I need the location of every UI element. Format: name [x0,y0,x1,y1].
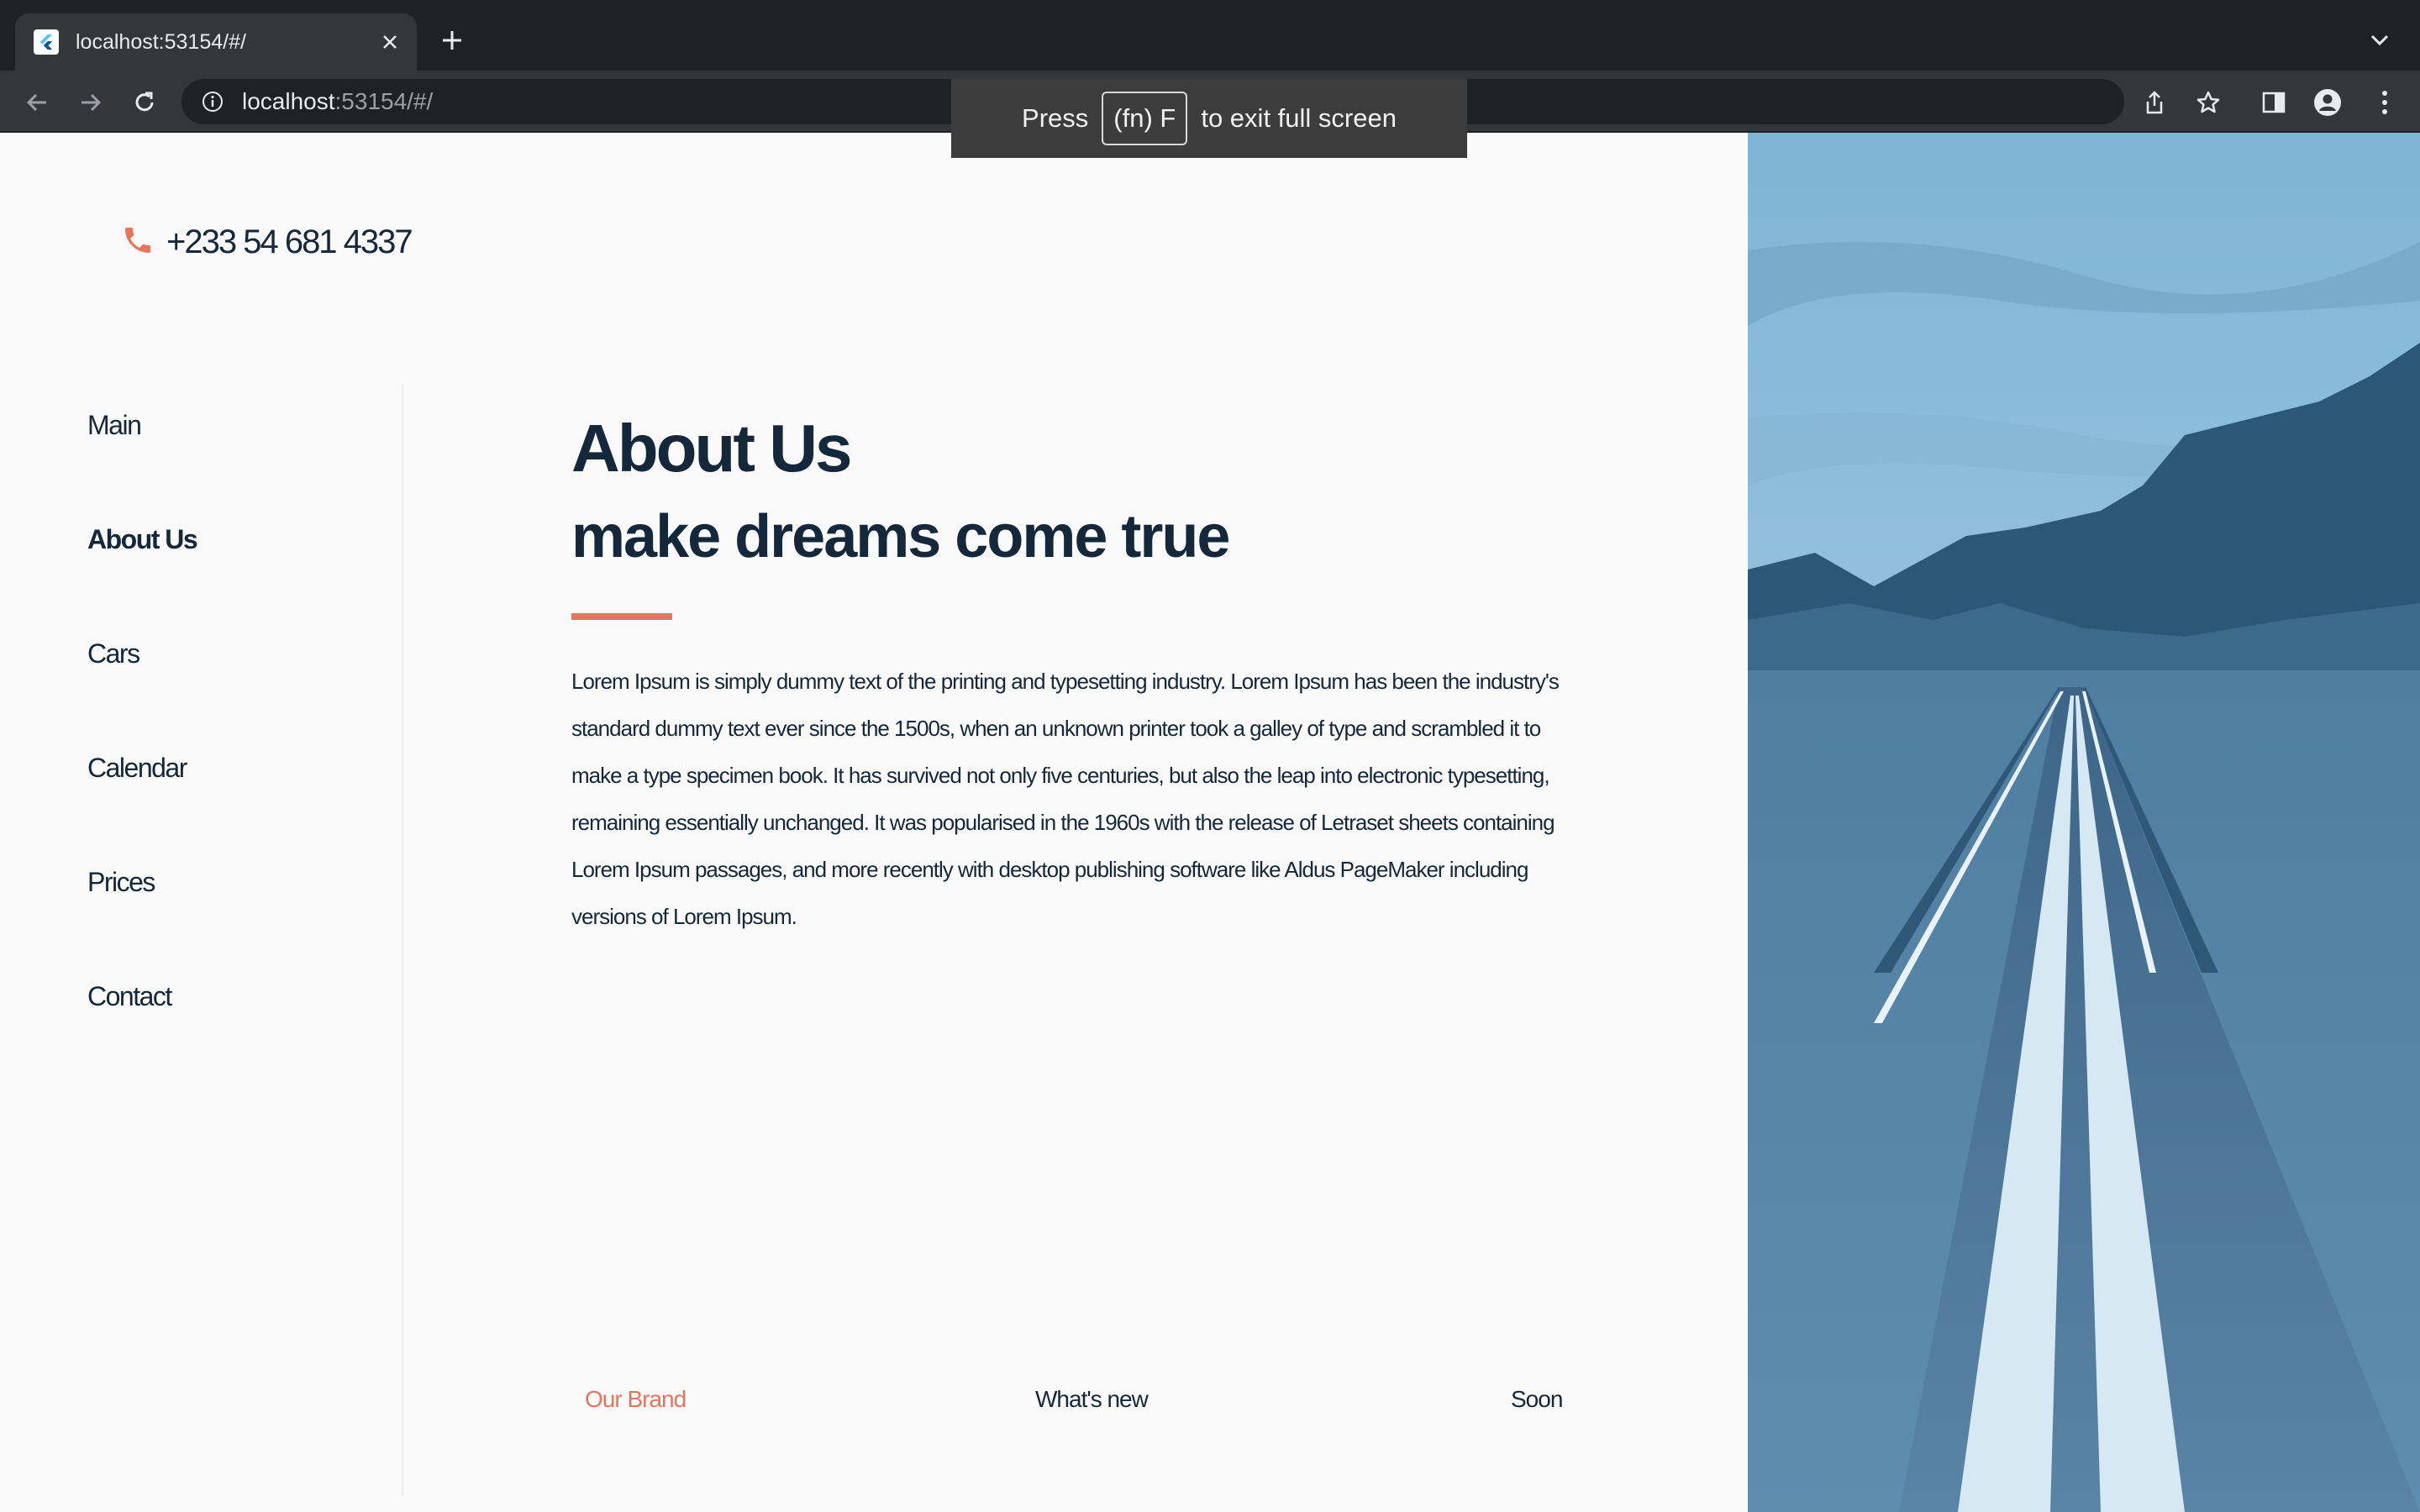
phone-number: +233 54 681 4337 [166,223,413,260]
phone-icon [121,223,155,261]
side-panel-icon[interactable] [2257,86,2291,119]
profile-icon[interactable] [2311,86,2344,119]
nav-item-contact[interactable]: Contact [87,981,172,1012]
footer-link-soon[interactable]: Soon [1511,1386,1563,1413]
chevron-down-icon[interactable] [2365,25,2395,55]
nav-item-calendar[interactable]: Calendar [87,753,187,784]
forward-arrow-icon[interactable] [74,86,108,119]
info-icon[interactable] [200,89,225,114]
web-page: +233 54 681 4337 Main About Us Cars Cale… [0,133,2420,1512]
url-host: localhost [242,88,335,114]
about-body-text: Lorem Ipsum is simply dummy text of the … [571,669,1560,929]
star-icon[interactable] [2191,86,2225,119]
url-text: localhost:53154/#/ [242,88,433,115]
nav-item-cars[interactable]: Cars [87,638,140,669]
nav-item-about-us[interactable]: About Us [87,524,198,555]
flutter-favicon-icon [34,29,59,55]
nav-divider [402,385,403,1495]
toast-press: Press [1022,103,1089,133]
reload-icon[interactable] [128,86,161,119]
more-vert-icon[interactable] [2368,86,2402,119]
url-rest: :53154/#/ [334,88,434,114]
toast-rest: to exit full screen [1201,103,1397,133]
browser-tab-strip: localhost:53154/#/ [0,0,2420,71]
plus-icon[interactable] [435,24,469,57]
page-title: About Us [571,411,853,486]
hero-road-image [1748,133,2420,1512]
back-arrow-icon[interactable] [20,86,54,119]
footer-link-our-brand[interactable]: Our Brand [585,1386,687,1413]
nav-item-main[interactable]: Main [87,410,142,441]
page-subtitle: make dreams come true [571,503,1230,570]
close-icon[interactable] [373,25,407,59]
browser-tab[interactable]: localhost:53154/#/ [15,13,417,71]
accent-underline [571,613,672,620]
nav-item-prices[interactable]: Prices [87,867,155,898]
tab-title: localhost:53154/#/ [76,29,246,54]
phone-contact[interactable]: +233 54 681 4337 [121,223,413,261]
share-icon[interactable] [2138,86,2171,119]
footer-link-whats-new[interactable]: What's new [1035,1386,1149,1413]
